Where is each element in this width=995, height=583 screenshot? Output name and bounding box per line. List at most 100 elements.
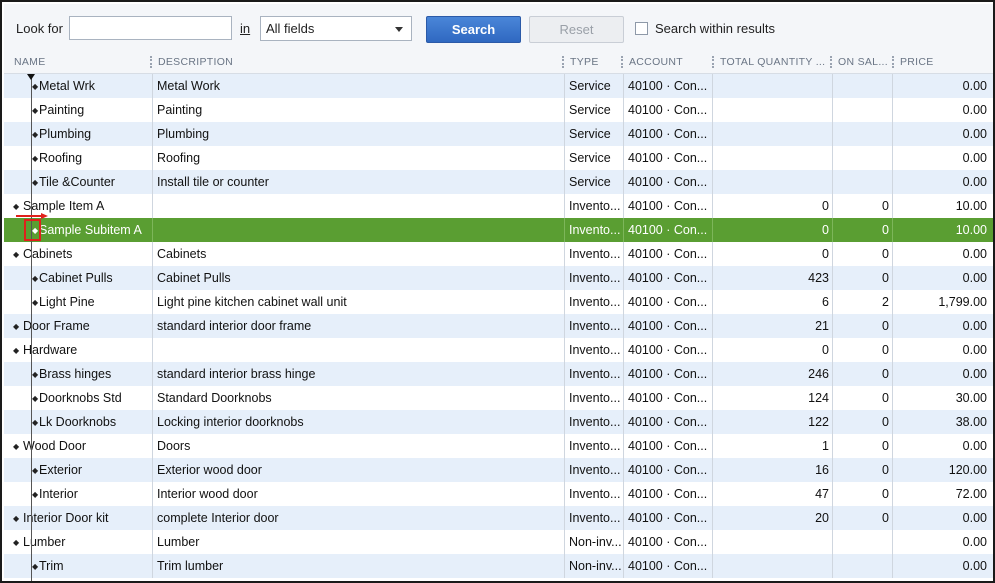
column-divider xyxy=(623,122,624,146)
table-row[interactable]: ◆ Trim Trim lumber Non-inv... 40100 · Con...… xyxy=(4,554,993,578)
column-divider xyxy=(152,314,153,338)
in-label: in xyxy=(240,21,251,36)
column-divider xyxy=(564,458,565,482)
table-row[interactable]: ◆ Exterior Exterior wood door Invento... 401… xyxy=(4,458,993,482)
table-row[interactable]: ◆ Roofing Roofing Service 40100 · Con... 0.00 xyxy=(4,146,993,170)
table-row[interactable]: ◆ Cabinet Pulls Cabinet Pulls Invento... 401… xyxy=(4,266,993,290)
cell-price: 0.00 xyxy=(962,103,987,117)
cell-type: Invento... xyxy=(569,367,621,381)
column-divider xyxy=(152,242,153,266)
col-description[interactable]: DESCRIPTION xyxy=(158,50,558,74)
table-row[interactable]: ◆ Cabinets Cabinets Invento... 40100 · Con..… xyxy=(4,242,993,266)
column-divider xyxy=(892,338,893,362)
cell-description xyxy=(157,194,562,218)
column-divider xyxy=(152,530,153,554)
cell-account: 40100 · Con... xyxy=(628,223,708,237)
item-name: Metal Wrk xyxy=(39,79,96,93)
col-resize-handle[interactable] xyxy=(712,56,714,68)
cell-on-sales: 0 xyxy=(882,367,889,381)
table-row[interactable]: ◆ Doorknobs Std Standard Doorknobs Invento.… xyxy=(4,386,993,410)
item-list-table: ◆ Metal Wrk Metal Work Service 40100 · Con..… xyxy=(4,74,993,581)
tree-connector xyxy=(31,76,32,581)
diamond-icon: ◆ xyxy=(13,250,20,259)
reset-button[interactable]: Reset xyxy=(529,16,624,43)
item-name: Light Pine xyxy=(39,295,95,309)
col-resize-handle[interactable] xyxy=(621,56,623,68)
column-divider xyxy=(832,410,833,434)
cell-qty xyxy=(716,530,833,554)
diamond-icon: ◆ xyxy=(13,538,20,547)
cell-description: Cabinets xyxy=(157,247,207,261)
col-type[interactable]: TYPE xyxy=(570,50,620,74)
cell-description: Standard Doorknobs xyxy=(157,391,272,405)
item-name: Brass hinges xyxy=(39,367,112,381)
column-divider xyxy=(623,458,624,482)
table-row[interactable]: ◆ Interior Door kit complete Interior door… xyxy=(4,506,993,530)
cell-price: 0.00 xyxy=(962,271,987,285)
table-row[interactable]: ◆ Brass hinges standard interior brass hin… xyxy=(4,362,993,386)
cell-account: 40100 · Con... xyxy=(628,343,708,357)
column-divider xyxy=(892,482,893,506)
cell-qty xyxy=(716,74,833,98)
column-divider xyxy=(564,338,565,362)
cell-account: 40100 · Con... xyxy=(628,295,708,309)
item-name: Wood Door xyxy=(23,439,86,453)
table-row[interactable]: ◆ Painting Painting Service 40100 · Con... 0.… xyxy=(4,98,993,122)
column-divider xyxy=(712,266,713,290)
column-divider xyxy=(832,314,833,338)
cell-qty: 0 xyxy=(822,223,829,237)
item-name: Door Frame xyxy=(23,319,90,333)
column-divider xyxy=(623,218,624,242)
cell-qty xyxy=(716,122,833,146)
col-resize-handle[interactable] xyxy=(892,56,894,68)
col-resize-handle[interactable] xyxy=(150,56,152,68)
table-row[interactable]: ◆ Sample Subitem A Invento... 40100 · Con..… xyxy=(4,218,993,242)
column-divider xyxy=(892,458,893,482)
col-total-quantity[interactable]: TOTAL QUANTITY ... xyxy=(720,50,830,74)
col-name[interactable]: NAME xyxy=(14,50,144,74)
cell-description: Doors xyxy=(157,439,191,453)
cell-account: 40100 · Con... xyxy=(628,319,708,333)
cell-on-sales: 0 xyxy=(882,487,889,501)
column-divider xyxy=(832,338,833,362)
cell-on-sales: 0 xyxy=(882,343,889,357)
column-divider xyxy=(832,458,833,482)
table-row[interactable]: ◆ Lk Doorknobs Locking interior doorknobs I… xyxy=(4,410,993,434)
table-row[interactable]: ◆ Tile &Counter Install tile or counter Ser… xyxy=(4,170,993,194)
col-resize-handle[interactable] xyxy=(830,56,832,68)
col-price[interactable]: PRICE xyxy=(900,50,980,74)
search-within-checkbox[interactable] xyxy=(635,22,648,35)
search-button[interactable]: Search xyxy=(426,16,521,43)
table-row[interactable]: ◆ Lumber Lumber Non-inv... 40100 · Con... 0.0… xyxy=(4,530,993,554)
cell-description: Locking interior doorknobs xyxy=(157,415,304,429)
field-select[interactable]: All fields xyxy=(260,16,412,41)
table-row[interactable]: ◆ Sample Item A Invento... 40100 · Con... 0 0… xyxy=(4,194,993,218)
cell-description: Interior wood door xyxy=(157,487,258,501)
cell-price: 0.00 xyxy=(962,175,987,189)
table-row[interactable]: ◆ Door Frame standard interior door frame I… xyxy=(4,314,993,338)
table-row[interactable]: ◆ Hardware Invento... 40100 · Con... 0 0 0.00 xyxy=(4,338,993,362)
look-for-input[interactable] xyxy=(69,16,232,40)
column-divider xyxy=(712,338,713,362)
cell-account: 40100 · Con... xyxy=(628,535,708,549)
table-row[interactable]: ◆ Wood Door Doors Invento... 40100 · Con... 1… xyxy=(4,434,993,458)
table-row[interactable]: ◆ Plumbing Plumbing Service 40100 · Con... 0.… xyxy=(4,122,993,146)
table-row[interactable]: ◆ Light Pine Light pine kitchen cabinet wa… xyxy=(4,290,993,314)
cell-account: 40100 · Con... xyxy=(628,511,708,525)
col-on-sales[interactable]: ON SAL... xyxy=(838,50,892,74)
column-divider xyxy=(564,410,565,434)
column-divider xyxy=(564,218,565,242)
col-resize-handle[interactable] xyxy=(562,56,564,68)
table-row[interactable]: ◆ Metal Wrk Metal Work Service 40100 · Con..… xyxy=(4,74,993,98)
table-row[interactable]: ◆ Interior Interior wood door Invento... 401… xyxy=(4,482,993,506)
col-account[interactable]: ACCOUNT xyxy=(629,50,709,74)
cell-type: Invento... xyxy=(569,415,621,429)
cell-on-sales xyxy=(836,98,893,122)
item-name: Sample Subitem A xyxy=(39,223,142,237)
column-divider xyxy=(152,338,153,362)
column-divider xyxy=(832,266,833,290)
cell-account: 40100 · Con... xyxy=(628,463,708,477)
column-divider xyxy=(712,74,713,98)
column-divider xyxy=(832,554,833,578)
column-divider xyxy=(623,386,624,410)
